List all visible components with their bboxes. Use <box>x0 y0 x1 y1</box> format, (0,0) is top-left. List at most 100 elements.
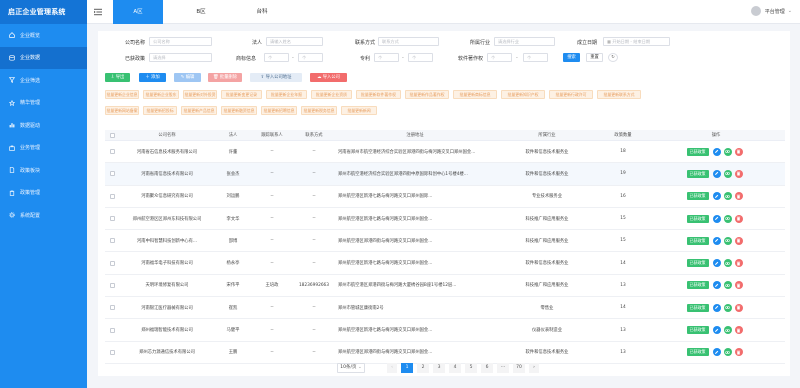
table-row[interactable]: 河南福华电子科技有限公司 杨永亭 -- -- 郑州航空港区新港七路与梅河路交叉口郑州国金… <box>105 252 785 275</box>
batch-update-chip[interactable]: 批量更新产品信息 <box>181 106 217 115</box>
trademark-max-input[interactable]: 个 <box>298 53 323 62</box>
checkbox[interactable] <box>109 132 115 138</box>
edit-icon[interactable] <box>712 303 721 312</box>
batch-update-chip[interactable]: 批量更新作品著作权 <box>405 90 449 99</box>
edit-icon[interactable] <box>712 326 721 335</box>
patent-max-input[interactable]: 个 <box>408 53 433 62</box>
user-menu[interactable]: 平台管理 ⌄ <box>750 6 792 16</box>
import-company-button[interactable]: ☁ 导入公司 <box>310 73 347 82</box>
row-checkbox[interactable] <box>109 260 115 266</box>
row-checkbox[interactable] <box>109 149 115 155</box>
policy-select[interactable]: 请选择 <box>149 53 212 62</box>
view-icon[interactable] <box>723 303 732 312</box>
edit-icon[interactable] <box>712 214 721 223</box>
sidebar-item-0[interactable]: 企业概览 <box>0 24 87 47</box>
batch-update-chip[interactable]: 批量更新企业信息 <box>105 90 139 99</box>
edit-icon[interactable] <box>712 348 721 357</box>
row-checkbox[interactable] <box>109 216 115 222</box>
policy-tag-button[interactable]: 已获政策 <box>686 303 709 312</box>
batch-update-chip[interactable]: 批量更新知识产权 <box>501 90 545 99</box>
search-button[interactable]: 搜索 <box>563 53 580 62</box>
export-button[interactable]: ⇩ 导出 <box>105 73 130 82</box>
view-icon[interactable] <box>723 147 732 156</box>
tab-taike[interactable]: 台科 <box>239 0 285 24</box>
tab-a-zone[interactable]: A区 <box>113 0 163 24</box>
view-icon[interactable] <box>723 192 732 201</box>
row-checkbox[interactable] <box>109 305 115 311</box>
policy-tag-button[interactable]: 已获政策 <box>686 259 709 268</box>
policy-tag-button[interactable]: 已获政策 <box>686 281 709 290</box>
row-checkbox[interactable] <box>109 327 115 333</box>
page-2[interactable]: 2 <box>417 363 429 373</box>
delete-icon[interactable] <box>734 214 743 223</box>
page-size-select[interactable]: 10条/页 ⌄ <box>337 363 365 373</box>
founded-date-range[interactable]: ▦ 开始日期 - 结束日期 <box>603 37 670 46</box>
edit-icon[interactable] <box>712 147 721 156</box>
page-4[interactable]: 4 <box>449 363 461 373</box>
trademark-min-input[interactable]: 个 <box>264 53 289 62</box>
row-checkbox[interactable] <box>109 349 115 355</box>
edit-icon[interactable] <box>712 169 721 178</box>
edit-icon[interactable] <box>712 259 721 268</box>
patent-min-input[interactable]: 个 <box>374 53 399 62</box>
batch-update-chip[interactable]: 批量更新企业年报 <box>266 90 307 99</box>
table-row[interactable]: 河南省石信息技术服务有限公司 许董 -- -- 河南省郑州市航空港经济综合实验区郑港四街… <box>105 141 785 164</box>
view-icon[interactable] <box>723 214 732 223</box>
sidebar-item-2[interactable]: 企业筛选 <box>0 69 87 92</box>
menu-fold-icon[interactable] <box>94 8 102 16</box>
batch-update-chip[interactable]: 批量更新软件著作权 <box>356 90 401 99</box>
copyright-max-input[interactable]: 个 <box>523 53 548 62</box>
table-row[interactable]: 郑州航空港区区郑州东科技有限公司 李文华 -- -- 郑州航空港区新港七路与梅河路交叉口… <box>105 208 785 231</box>
delete-icon[interactable] <box>734 303 743 312</box>
table-row[interactable]: 河南银江医疗器械有限公司 崔凯 -- -- 郑州市管城区康街南2号 零售业 14 已获政策 <box>105 297 785 320</box>
batch-update-chip[interactable]: 批量更新招投标 <box>143 106 177 115</box>
row-checkbox[interactable] <box>109 282 115 288</box>
policy-tag-button[interactable]: 已获政策 <box>686 169 709 178</box>
view-icon[interactable] <box>723 236 732 245</box>
batch-update-chip[interactable]: 批量更新招聘信息 <box>261 106 297 115</box>
delete-icon[interactable] <box>734 169 743 178</box>
batch-update-chip[interactable]: 批量更新行政许可 <box>549 90 593 99</box>
batch-update-chip[interactable]: 批量更新企业股东 <box>143 90 179 99</box>
batch-update-chip[interactable]: 批量更新网站备案 <box>105 106 139 115</box>
batch-update-chip[interactable]: 批量更新企业资质 <box>311 90 352 99</box>
next-page-icon[interactable]: › <box>529 363 539 373</box>
sidebar-item-3[interactable]: 精华管理 <box>0 92 87 115</box>
select-all-checkbox[interactable] <box>105 130 119 140</box>
table-row[interactable]: 天明环境修复有限公司 宋伟平 王培政 18236992663 郑州市航空港区郑港四街与梅… <box>105 275 785 298</box>
page-3[interactable]: 3 <box>433 363 445 373</box>
table-row[interactable]: 郑州芯力源通信技术有限公司 王鹏 -- -- 郑州航空港区郑港四街与梅河路交叉口郑州国金… <box>105 342 785 364</box>
delete-icon[interactable] <box>734 326 743 335</box>
view-icon[interactable] <box>723 259 732 268</box>
sidebar-item-1[interactable]: 企业数据 <box>0 46 87 69</box>
policy-tag-button[interactable]: 已获政策 <box>686 147 709 156</box>
view-icon[interactable] <box>723 326 732 335</box>
batch-delete-button[interactable]: 🗑 批量删除 <box>208 73 242 82</box>
batch-update-chip[interactable]: 批量更新新闻 <box>341 106 377 115</box>
reset-button[interactable]: 重置 <box>586 53 603 62</box>
edit-icon[interactable] <box>712 236 721 245</box>
sidebar-item-4[interactable]: 数据驱动 <box>0 114 87 137</box>
delete-icon[interactable] <box>734 192 743 201</box>
more-pages[interactable]: ··· <box>497 363 509 373</box>
view-icon[interactable] <box>723 348 732 357</box>
legal-person-input[interactable]: 请输入姓名 <box>266 37 323 46</box>
page-70[interactable]: 70 <box>513 363 525 373</box>
page-5[interactable]: 5 <box>465 363 477 373</box>
view-icon[interactable] <box>723 169 732 178</box>
delete-icon[interactable] <box>734 281 743 290</box>
tab-b-zone[interactable]: B区 <box>178 0 224 24</box>
sidebar-item-5[interactable]: 业务管理 <box>0 137 87 160</box>
contact-input[interactable]: 联系方式 <box>378 37 439 46</box>
add-button[interactable]: ＋ 添加 <box>139 73 166 82</box>
batch-update-chip[interactable]: 批量更新变更记录 <box>221 90 262 99</box>
table-row[interactable]: 河南省南信息技术有限公司 张会杰 -- -- 郑州市航空港经济综合实验区郑港四街中原国际… <box>105 163 785 186</box>
row-checkbox[interactable] <box>109 193 115 199</box>
prev-page-icon[interactable]: ‹ <box>387 363 397 373</box>
view-icon[interactable] <box>723 281 732 290</box>
page-6[interactable]: 6 <box>481 363 493 373</box>
industry-select[interactable]: 请选择行业 <box>494 37 555 46</box>
delete-icon[interactable] <box>734 147 743 156</box>
row-checkbox[interactable] <box>109 238 115 244</box>
edit-button[interactable]: ✎ 编辑 <box>174 73 201 82</box>
